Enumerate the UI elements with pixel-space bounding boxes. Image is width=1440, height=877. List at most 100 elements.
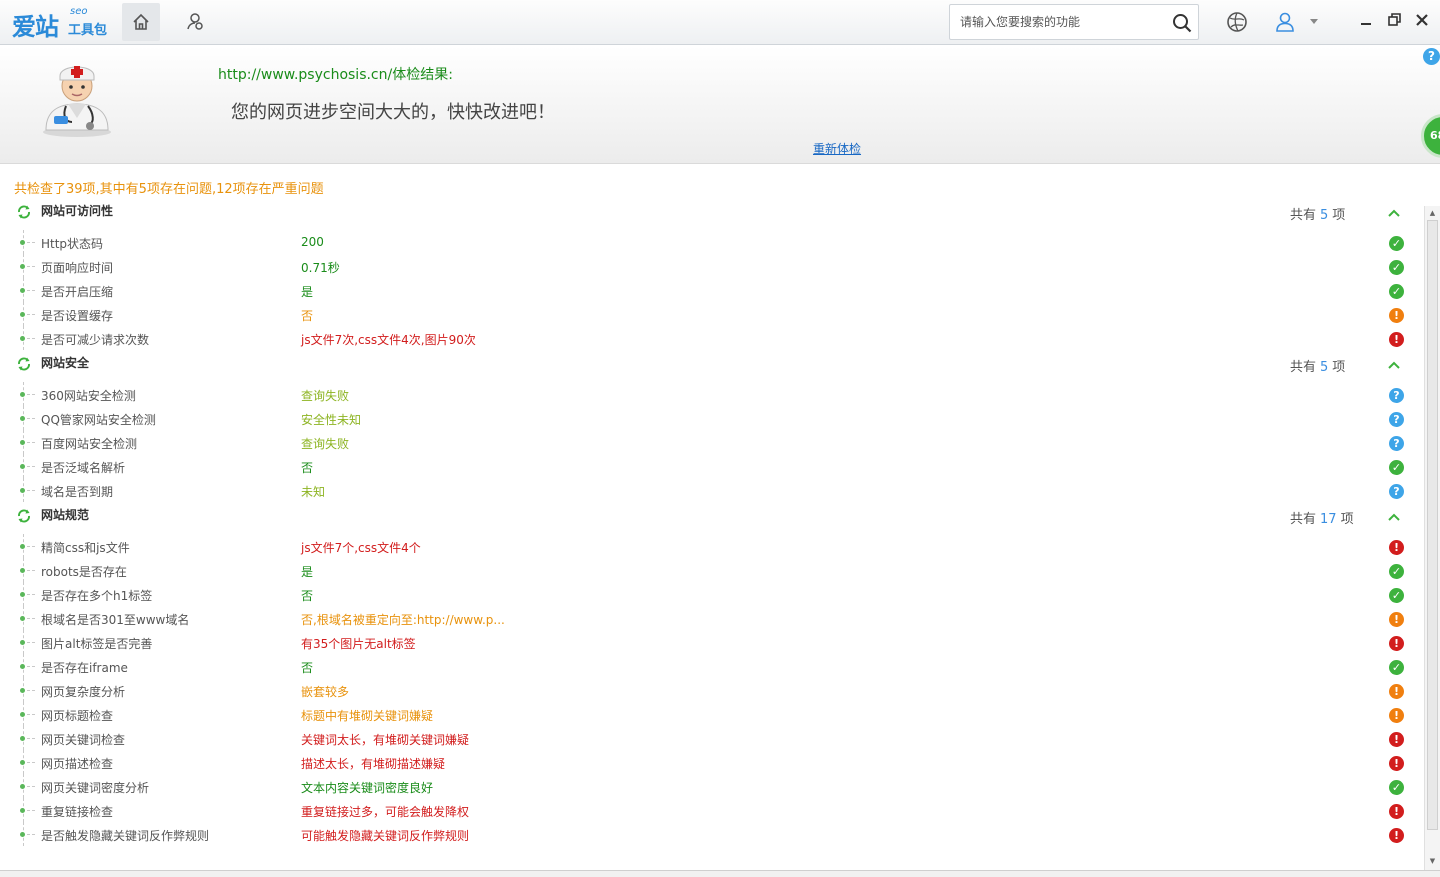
help-icon[interactable]: ? (1423, 48, 1440, 65)
user-icon (1276, 12, 1294, 32)
error-icon[interactable]: ! (1389, 732, 1404, 747)
tree-tick (27, 546, 35, 547)
section-count: 共有 5 项 (1290, 356, 1345, 375)
warning-icon[interactable]: ! (1389, 708, 1404, 723)
error-icon[interactable]: ! (1389, 332, 1404, 347)
check-item[interactable]: 网页标题检查 标题中有堆砌关键词嫌疑 ! (0, 702, 1424, 726)
account-tools-button[interactable] (176, 3, 214, 41)
globe-icon (1227, 12, 1247, 32)
logo-seo: seo (70, 6, 88, 17)
check-item[interactable]: 精简css和js文件 js文件7个,css文件4个 ! (0, 534, 1424, 558)
refresh-icon (18, 205, 30, 219)
check-name: QQ管家网站安全检测 (41, 413, 156, 427)
check-item[interactable]: 网页描述检查 描述太长，有堆砌描述嫌疑 ! (0, 750, 1424, 774)
check-circle-icon[interactable]: ✓ (1389, 564, 1404, 579)
recheck-link[interactable]: 重新体检 (813, 140, 861, 157)
section-2: 网站规范 共有 17 项 精简css和js文件 js文件7个,css文件4个 ! r… (0, 502, 1424, 846)
check-item[interactable]: 重复链接检查 重复链接过多，可能会触发降权 ! (0, 798, 1424, 822)
check-item[interactable]: 是否存在多个h1标签 否 ✓ (0, 582, 1424, 606)
scroll-down-icon[interactable]: ▼ (1427, 856, 1438, 866)
check-circle-icon[interactable]: ✓ (1389, 660, 1404, 675)
chevron-up-icon[interactable] (1386, 358, 1402, 372)
tree-tick (27, 466, 35, 467)
error-icon[interactable]: ! (1389, 828, 1404, 843)
check-circle-icon[interactable]: ✓ (1389, 284, 1404, 299)
result-header: http://www.psychosis.cn/体检结果: 您的网页进步空间大大… (0, 46, 1440, 164)
check-item[interactable]: 页面响应时间 0.71秒 ✓ (0, 254, 1424, 278)
user-button[interactable] (1271, 8, 1299, 36)
close-button[interactable] (1412, 11, 1432, 31)
check-item[interactable]: 网页关键词检查 关键词太长，有堆砌关键词嫌疑 ! (0, 726, 1424, 750)
check-item[interactable]: QQ管家网站安全检测 安全性未知 ? (0, 406, 1424, 430)
error-icon[interactable]: ! (1389, 756, 1404, 771)
question-icon[interactable]: ? (1389, 388, 1404, 403)
check-item[interactable]: robots是否存在 是 ✓ (0, 558, 1424, 582)
tree-dot (20, 416, 25, 421)
check-item[interactable]: 360网站安全检测 查询失败 ? (0, 382, 1424, 406)
section-header[interactable]: 网站安全 共有 5 项 (0, 350, 1424, 382)
chevron-up-icon[interactable] (1386, 510, 1402, 524)
vertical-scrollbar[interactable]: ▲ ▼ (1424, 206, 1440, 870)
error-icon[interactable]: ! (1389, 540, 1404, 555)
tree-tick (27, 266, 35, 267)
user-settings-icon (187, 13, 203, 30)
warning-icon[interactable]: ! (1389, 308, 1404, 323)
check-value: 文本内容关键词密度良好 (301, 781, 434, 795)
scroll-up-icon[interactable]: ▲ (1427, 208, 1438, 218)
check-name: 是否可减少请求次数 (41, 333, 150, 347)
question-icon[interactable]: ? (1389, 436, 1404, 451)
check-item[interactable]: 网页关键词密度分析 文本内容关键词密度良好 ✓ (0, 774, 1424, 798)
check-item[interactable]: Http状态码 200 ✓ (0, 230, 1424, 254)
tree-dot (20, 832, 25, 837)
error-icon[interactable]: ! (1389, 636, 1404, 651)
tree-tick (27, 618, 35, 619)
check-item[interactable]: 是否触发隐藏关键词反作弊规则 可能触发隐藏关键词反作弊规则 ! (0, 822, 1424, 846)
refresh-icon (18, 357, 30, 371)
scroll-thumb[interactable] (1427, 220, 1438, 830)
check-circle-icon[interactable]: ✓ (1389, 236, 1404, 251)
search-input[interactable] (950, 5, 1155, 39)
check-item[interactable]: 是否设置缓存 否 ! (0, 302, 1424, 326)
restore-button[interactable] (1384, 11, 1404, 31)
check-item[interactable]: 是否存在iframe 否 ✓ (0, 654, 1424, 678)
user-menu-toggle[interactable] (1304, 8, 1324, 36)
question-icon[interactable]: ? (1389, 484, 1404, 499)
chevron-up-icon[interactable] (1386, 206, 1402, 220)
check-item[interactable]: 是否开启压缩 是 ✓ (0, 278, 1424, 302)
app-logo[interactable]: 爱站 seo 工具包 (12, 5, 112, 41)
check-item[interactable]: 域名是否到期 未知 ? (0, 478, 1424, 502)
tree-dot (20, 544, 25, 549)
warning-icon[interactable]: ! (1389, 684, 1404, 699)
section-header[interactable]: 网站规范 共有 17 项 (0, 502, 1424, 534)
question-icon[interactable]: ? (1389, 412, 1404, 427)
check-item[interactable]: 网页复杂度分析 嵌套较多 ! (0, 678, 1424, 702)
count-prefix: 共有 (1290, 208, 1317, 223)
error-icon[interactable]: ! (1389, 804, 1404, 819)
tree-dot (20, 240, 25, 245)
search-button[interactable] (1168, 9, 1196, 37)
browser-button[interactable] (1223, 8, 1251, 36)
tree-tick (27, 290, 35, 291)
check-circle-icon[interactable]: ✓ (1389, 460, 1404, 475)
check-item[interactable]: 根域名是否301至www域名 否,根域名被重定向至:http://www.p..… (0, 606, 1424, 630)
tree-dot (20, 264, 25, 269)
check-name: 网页标题检查 (41, 709, 114, 723)
check-name: 网页复杂度分析 (41, 685, 126, 699)
warning-icon[interactable]: ! (1389, 612, 1404, 627)
home-button[interactable] (122, 3, 160, 41)
check-value: js文件7个,css文件4个 (301, 541, 421, 555)
tree-dot (20, 760, 25, 765)
check-item[interactable]: 是否泛域名解析 否 ✓ (0, 454, 1424, 478)
check-circle-icon[interactable]: ✓ (1389, 260, 1404, 275)
check-circle-icon[interactable]: ✓ (1389, 588, 1404, 603)
minimize-button[interactable] (1356, 11, 1376, 31)
check-name: 页面响应时间 (41, 261, 114, 275)
horizontal-scrollbar[interactable] (0, 870, 1440, 877)
section-header[interactable]: 网站可访问性 共有 5 项 (0, 198, 1424, 230)
check-circle-icon[interactable]: ✓ (1389, 780, 1404, 795)
check-item[interactable]: 百度网站安全检测 查询失败 ? (0, 430, 1424, 454)
check-item[interactable]: 是否可减少请求次数 js文件7次,css文件4次,图片90次 ! (0, 326, 1424, 350)
search-box (949, 4, 1199, 40)
tree-tick (27, 242, 35, 243)
check-item[interactable]: 图片alt标签是否完善 有35个图片无alt标签 ! (0, 630, 1424, 654)
